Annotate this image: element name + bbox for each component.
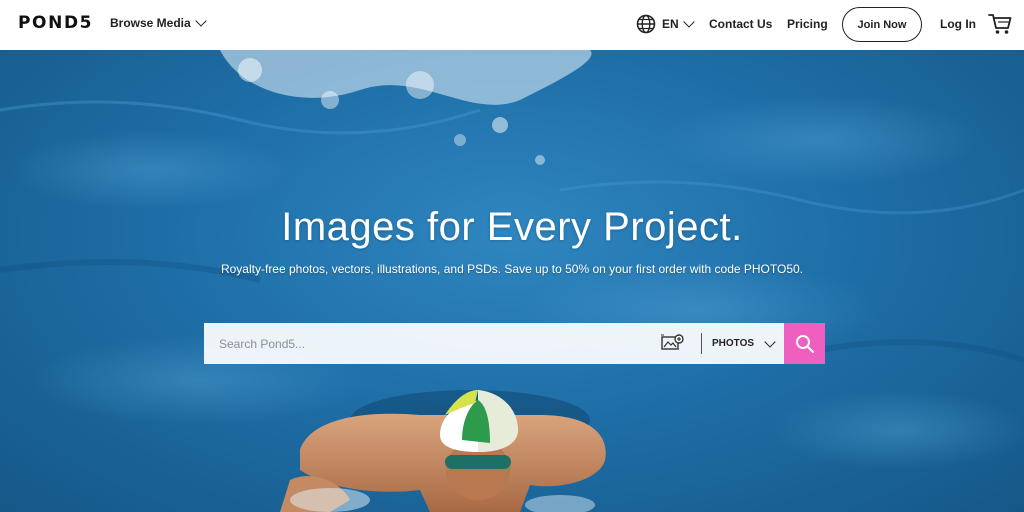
chevron-down-icon — [764, 335, 776, 348]
swimmer-background-image — [0, 50, 1024, 512]
globe-icon — [636, 14, 656, 34]
contact-us-link[interactable]: Contact Us — [709, 17, 772, 31]
join-now-button[interactable]: Join Now — [842, 7, 922, 42]
search-input[interactable] — [204, 323, 649, 364]
search-icon — [795, 334, 814, 353]
pricing-link[interactable]: Pricing — [787, 17, 828, 31]
search-bar: PHOTOS — [204, 323, 825, 364]
cart-button[interactable] — [988, 13, 1012, 40]
hero-headline: Images for Every Project. — [281, 205, 743, 249]
language-label: EN — [662, 17, 679, 31]
search-divider — [701, 333, 702, 354]
media-type-dropdown[interactable]: PHOTOS — [712, 323, 782, 364]
browse-media-label: Browse Media — [110, 16, 191, 30]
browse-media-menu[interactable]: Browse Media — [110, 15, 207, 30]
chevron-down-icon — [195, 15, 207, 27]
hero-subheadline: Royalty-free photos, vectors, illustrati… — [220, 262, 804, 276]
log-in-link[interactable]: Log In — [940, 17, 976, 31]
visual-search-button[interactable] — [660, 334, 685, 357]
chevron-down-icon — [683, 16, 695, 28]
search-button[interactable] — [784, 323, 825, 364]
pond5-logo[interactable]: POND5 — [18, 13, 93, 33]
image-search-icon — [660, 334, 684, 350]
language-selector[interactable]: EN — [636, 14, 695, 34]
hero-banner: Images for Every Project. Royalty-free p… — [0, 50, 1024, 512]
media-type-label: PHOTOS — [712, 338, 755, 349]
top-navigation-bar: POND5 Browse Media EN Contact Us Pricing… — [0, 0, 1024, 50]
cart-icon — [988, 14, 1012, 34]
